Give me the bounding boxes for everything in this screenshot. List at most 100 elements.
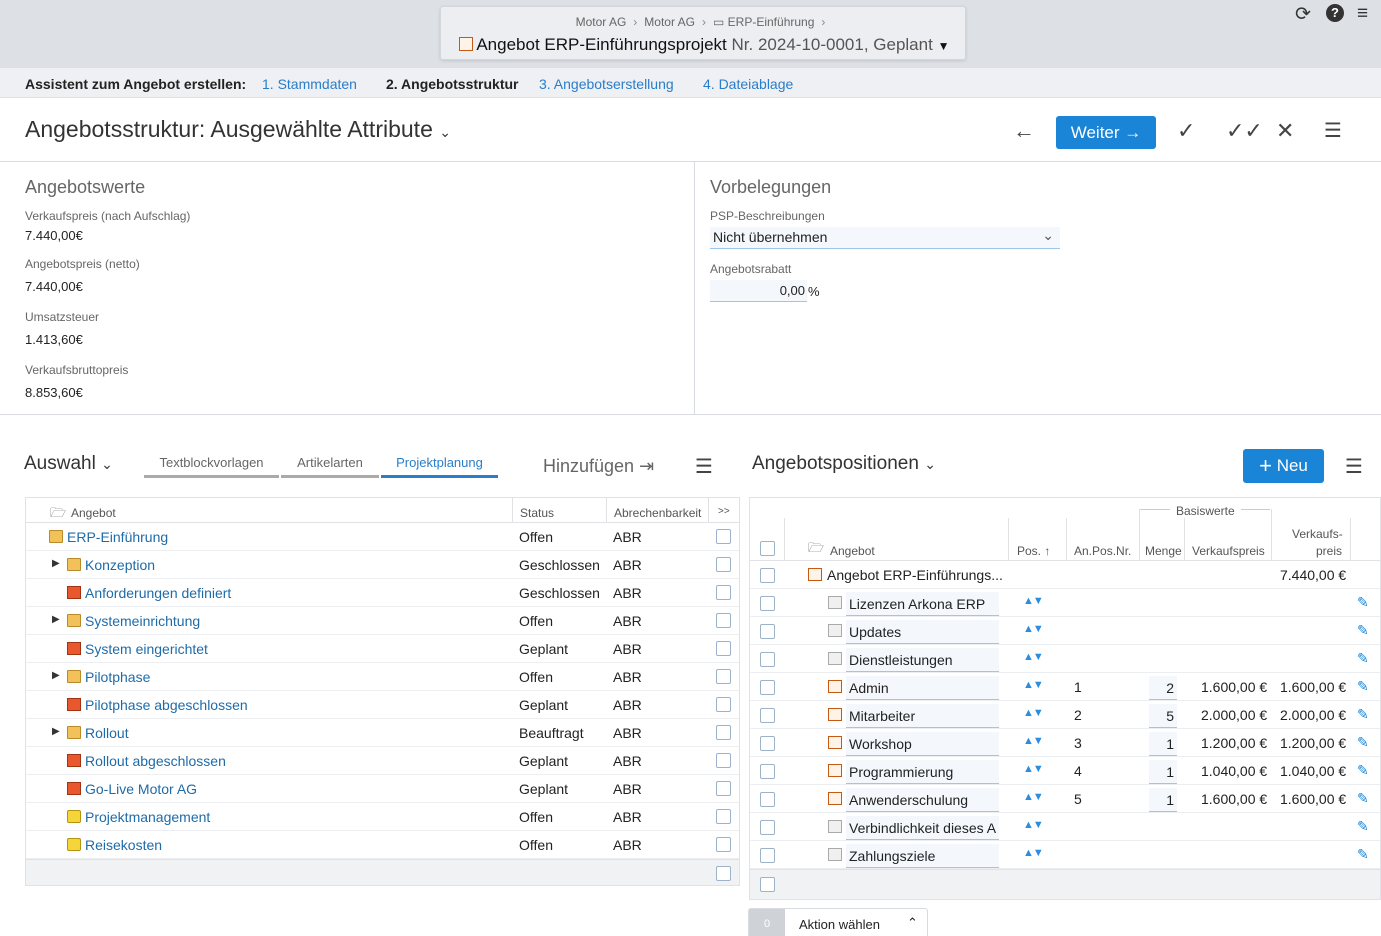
tab-artikelarten[interactable]: Artikelarten [281,455,379,478]
psp-select[interactable]: Nicht übernehmen ⌄ [710,227,1060,249]
select-all-checkbox[interactable] [760,541,775,556]
row-name[interactable]: Rollout [85,725,129,741]
row-checkbox[interactable] [716,529,731,544]
table-row[interactable]: Admin ▲▼ 1 2 1.600,00 € 1.600,00 € ✎ [750,673,1380,701]
double-check-icon[interactable]: ✓✓ [1226,118,1263,144]
row-checkbox[interactable] [716,613,731,628]
new-position-button[interactable]: + Neu [1243,449,1324,483]
table-row[interactable]: Lizenzen Arkona ERP ▲▼ ✎ [750,589,1380,617]
wizard-step-dateiablage[interactable]: 4. Dateiablage [703,76,793,92]
row-name[interactable]: System eingerichtet [85,641,208,657]
table-row[interactable]: System eingerichtet Geplant ABR [26,635,739,663]
row-checkbox[interactable] [760,820,775,835]
row-checkbox[interactable] [760,736,775,751]
row-name[interactable]: Konzeption [85,557,155,573]
table-row[interactable]: Zahlungsziele ▲▼ ✎ [750,841,1380,869]
move-arrows-icon[interactable]: ▲▼ [1023,707,1044,719]
footer-checkbox[interactable] [760,877,775,892]
table-row[interactable]: Anforderungen definiert Geschlossen ABR [26,579,739,607]
table-row[interactable]: Go-Live Motor AG Geplant ABR [26,775,739,803]
row-name[interactable]: Pilotphase [85,669,150,685]
row-checkbox[interactable] [716,809,731,824]
row-name[interactable]: Reisekosten [85,837,162,853]
auswahl-title[interactable]: Auswahl ⌄ [24,453,113,475]
table-row[interactable]: Rollout abgeschlossen Geplant ABR [26,747,739,775]
position-name-input[interactable]: Lizenzen Arkona ERP [846,592,999,616]
row-checkbox[interactable] [760,792,775,807]
table-row-root[interactable]: Angebot ERP-Einführungs... 7.440,00 € [750,561,1380,589]
row-checkbox[interactable] [760,568,775,583]
move-arrows-icon[interactable]: ▲▼ [1023,791,1044,803]
root-name[interactable]: Angebot ERP-Einführungs... [827,567,1003,583]
row-checkbox[interactable] [716,753,731,768]
position-name-input[interactable]: Zahlungsziele [846,844,999,868]
move-arrows-icon[interactable]: ▲▼ [1023,735,1044,747]
row-name[interactable]: Rollout abgeschlossen [85,753,226,769]
next-button[interactable]: Weiter → [1056,116,1156,149]
row-checkbox[interactable] [716,697,731,712]
tab-textblockvorlagen[interactable]: Textblockvorlagen [144,455,279,478]
column-header-status[interactable]: Status [520,506,554,520]
settings-sliders-icon[interactable]: ☰ [1345,454,1363,479]
quantity-input[interactable]: 1 [1149,732,1177,756]
edit-icon[interactable]: ✎ [1357,762,1369,779]
table-row[interactable]: Mitarbeiter ▲▼ 2 5 2.000,00 € 2.000,00 € ✎ [750,701,1380,729]
row-checkbox[interactable] [716,557,731,572]
action-bar[interactable]: 0 Aktion wählen ⌃ [748,908,928,936]
table-row[interactable]: Updates ▲▼ ✎ [750,617,1380,645]
footer-checkbox[interactable] [716,866,731,881]
column-header-menge[interactable]: Menge [1145,544,1182,558]
expand-triangle-icon[interactable]: ▶ [52,558,60,569]
table-row[interactable]: ▶ Pilotphase Offen ABR [26,663,739,691]
settings-sliders-icon[interactable]: ☰ [695,454,713,479]
position-name-input[interactable]: Workshop [846,732,999,756]
expand-triangle-icon[interactable]: ▶ [52,670,60,681]
row-checkbox[interactable] [716,725,731,740]
table-row[interactable]: Anwenderschulung ▲▼ 5 1 1.600,00 € 1.600,00 €… [750,785,1380,813]
position-name-input[interactable]: Verbindlichkeit dieses A [846,816,999,840]
column-header-abrechenbarkeit[interactable]: Abrechenbarkeit [614,506,701,520]
positionen-title[interactable]: Angebotspositionen ⌄ [752,453,936,475]
move-arrows-icon[interactable]: ▲▼ [1023,819,1044,831]
position-name-input[interactable]: Admin [846,676,999,700]
row-name[interactable]: Pilotphase abgeschlossen [85,697,248,713]
edit-icon[interactable]: ✎ [1357,734,1369,751]
quantity-input[interactable]: 5 [1149,704,1177,728]
position-name-input[interactable]: Mitarbeiter [846,704,999,728]
row-name[interactable]: Projektmanagement [85,809,210,825]
wizard-step-angebotserstellung[interactable]: 3. Angebotserstellung [539,76,674,92]
help-icon[interactable]: ? [1326,4,1344,22]
row-checkbox[interactable] [760,708,775,723]
edit-icon[interactable]: ✎ [1357,790,1369,807]
column-header-verkaufspreis[interactable]: Verkaufspreis [1192,544,1265,558]
row-checkbox[interactable] [716,669,731,684]
column-header-angebot[interactable]: Angebot [71,506,116,520]
row-checkbox[interactable] [760,848,775,863]
wizard-step-stammdaten[interactable]: 1. Stammdaten [262,76,357,92]
breadcrumb-item[interactable]: Motor AG [576,15,627,29]
move-arrows-icon[interactable]: ▲▼ [1023,763,1044,775]
close-icon[interactable]: ✕ [1276,118,1294,144]
check-icon[interactable]: ✓ [1177,118,1195,144]
column-header-anposnr[interactable]: An.Pos.Nr. [1074,544,1131,558]
add-button[interactable]: Hinzufügen ⇥ [543,456,654,477]
rabatt-input[interactable]: 0,00 [710,280,807,302]
row-name[interactable]: Anforderungen definiert [85,585,231,601]
breadcrumb-item[interactable]: Motor AG [644,15,695,29]
position-name-input[interactable]: Updates [846,620,999,644]
table-row[interactable]: Programmierung ▲▼ 4 1 1.040,00 € 1.040,00 € ✎ [750,757,1380,785]
page-title[interactable]: Angebotsstruktur: Ausgewählte Attribute … [25,116,451,143]
table-row[interactable]: Workshop ▲▼ 3 1 1.200,00 € 1.200,00 € ✎ [750,729,1380,757]
row-checkbox[interactable] [716,641,731,656]
edit-icon[interactable]: ✎ [1357,818,1369,835]
table-row[interactable]: Pilotphase abgeschlossen Geplant ABR [26,691,739,719]
menu-icon[interactable]: ≡ [1357,3,1368,25]
table-row[interactable]: Dienstleistungen ▲▼ ✎ [750,645,1380,673]
row-checkbox[interactable] [716,837,731,852]
expand-triangle-icon[interactable]: ▶ [52,726,60,737]
table-row[interactable]: ▶ Rollout Beauftragt ABR [26,719,739,747]
column-header-verkaufspreis-total[interactable]: Verkaufs- [1292,527,1343,541]
quantity-input[interactable]: 1 [1149,788,1177,812]
move-arrows-icon[interactable]: ▲▼ [1023,679,1044,691]
move-arrows-icon[interactable]: ▲▼ [1023,623,1044,635]
